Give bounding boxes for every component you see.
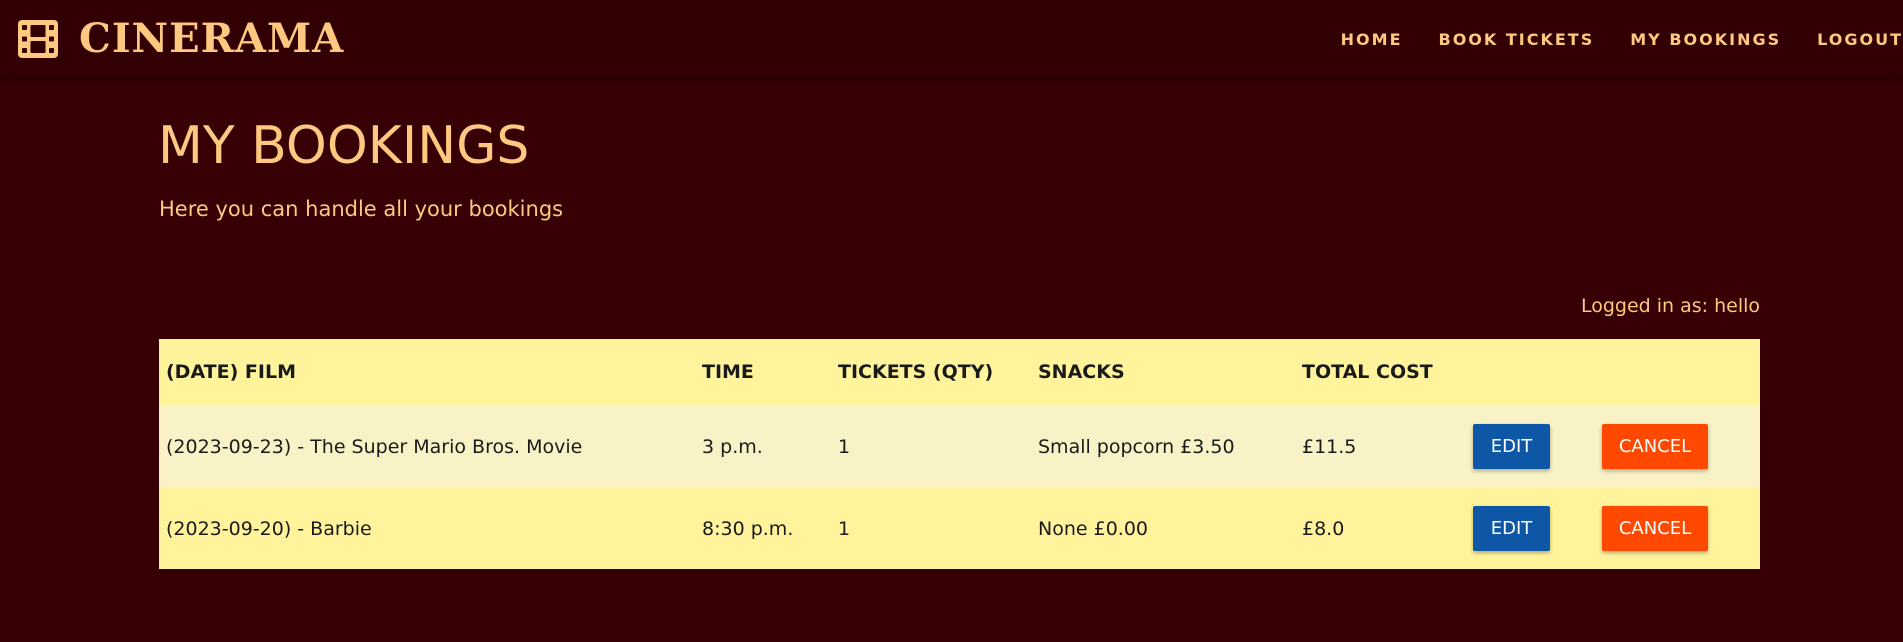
cell-film: (2023-09-20) - Barbie	[159, 488, 695, 569]
main-nav: HOME BOOK TICKETS MY BOOKINGS LOGOUT	[1305, 0, 1903, 78]
edit-booking-button[interactable]: EDIT	[1473, 424, 1550, 469]
cell-cancel: CANCEL	[1595, 488, 1760, 569]
film-icon	[18, 20, 58, 58]
column-header-snacks: SNACKS	[1031, 339, 1295, 405]
cell-tickets: 1	[831, 405, 1031, 488]
cell-snacks: None £0.00	[1031, 488, 1295, 569]
cell-cancel: CANCEL	[1595, 405, 1760, 488]
page-subtitle: Here you can handle all your bookings	[159, 197, 564, 221]
cell-time: 8:30 p.m.	[695, 488, 831, 569]
cell-edit: EDIT	[1466, 405, 1595, 488]
cell-edit: EDIT	[1466, 488, 1595, 569]
cell-total-cost: £8.0	[1295, 488, 1466, 569]
cell-film: (2023-09-23) - The Super Mario Bros. Mov…	[159, 405, 695, 488]
edit-booking-button[interactable]: EDIT	[1473, 506, 1550, 551]
logged-in-status: Logged in as: hello	[1580, 295, 1760, 317]
column-header-tickets: TICKETS (QTY)	[831, 339, 1031, 405]
table-row: (2023-09-23) - The Super Mario Bros. Mov…	[159, 405, 1760, 488]
column-header-film: (DATE) FILM	[159, 339, 695, 405]
navbar: CINERAMA HOME BOOK TICKETS MY BOOKINGS L…	[0, 0, 1903, 78]
nav-logout[interactable]: LOGOUT	[1817, 30, 1903, 49]
cell-time: 3 p.m.	[695, 405, 831, 488]
cancel-booking-button[interactable]: CANCEL	[1602, 506, 1708, 551]
table-header-row: (DATE) FILM TIME TICKETS (QTY) SNACKS TO…	[159, 339, 1760, 405]
cell-snacks: Small popcorn £3.50	[1031, 405, 1295, 488]
cell-tickets: 1	[831, 488, 1031, 569]
column-header-time: TIME	[695, 339, 831, 405]
nav-my-bookings[interactable]: MY BOOKINGS	[1630, 30, 1781, 49]
nav-home[interactable]: HOME	[1341, 30, 1403, 49]
brand-name: CINERAMA	[79, 15, 345, 62]
column-header-total-cost: TOTAL COST	[1295, 339, 1466, 405]
page-title: MY BOOKINGS	[158, 116, 530, 176]
cancel-booking-button[interactable]: CANCEL	[1602, 424, 1708, 469]
bookings-table: (DATE) FILM TIME TICKETS (QTY) SNACKS TO…	[159, 339, 1760, 569]
nav-book-tickets[interactable]: BOOK TICKETS	[1439, 30, 1595, 49]
brand-logo-link[interactable]: CINERAMA	[17, 16, 344, 62]
column-header-edit	[1466, 339, 1595, 405]
column-header-cancel	[1595, 339, 1760, 405]
table-row: (2023-09-20) - Barbie 8:30 p.m. 1 None £…	[159, 488, 1760, 569]
cell-total-cost: £11.5	[1295, 405, 1466, 488]
